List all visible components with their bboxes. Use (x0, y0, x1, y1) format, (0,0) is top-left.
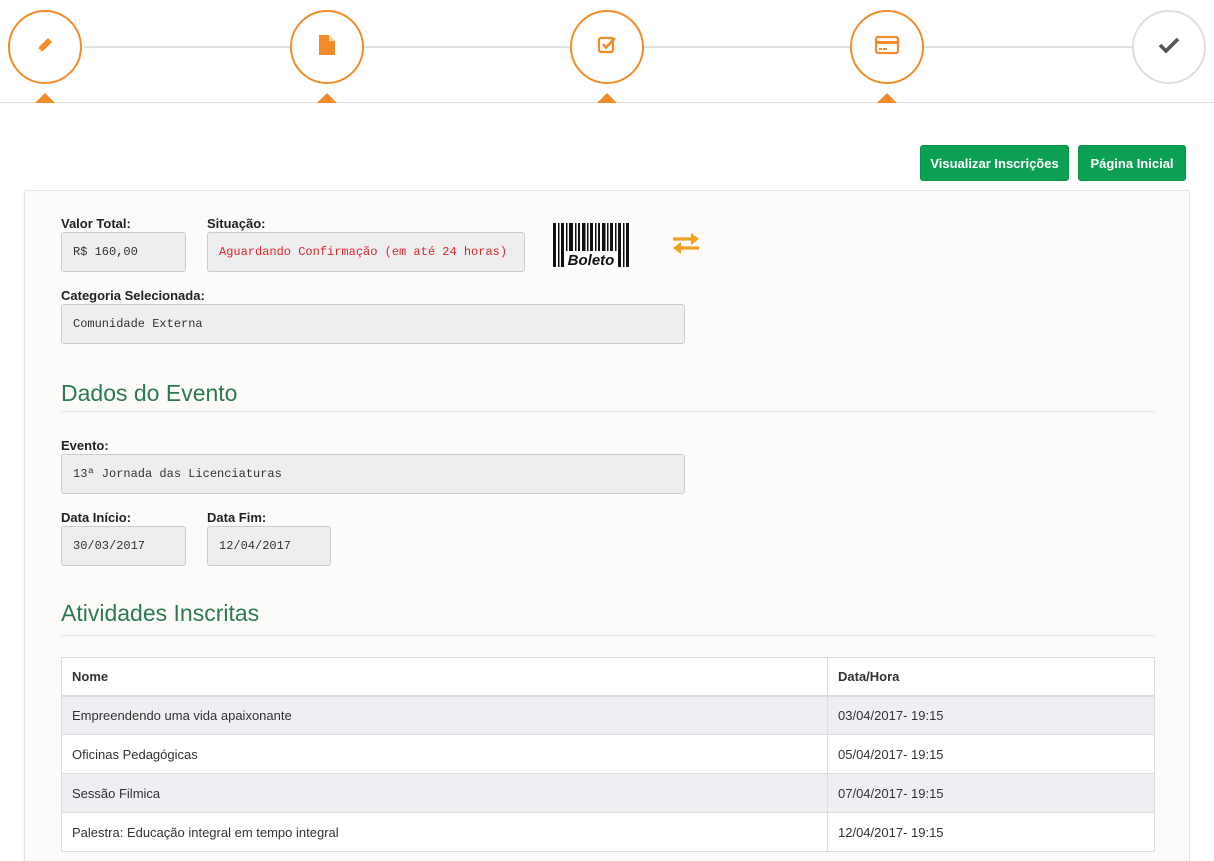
activity-datetime: 05/04/2017- 19:15 (827, 734, 1155, 774)
status-field: Aguardando Confirmação (em até 24 horas) (207, 232, 525, 272)
activity-name: Empreendendo uma vida apaixonante (61, 695, 828, 735)
wizard-step-5[interactable] (1132, 10, 1206, 84)
document-icon (316, 33, 338, 62)
start-date-label: Data Início: (61, 510, 132, 525)
activities-table: Nome Data/Hora Empreendendo uma vida apa… (61, 657, 1155, 852)
step-indicator (597, 93, 617, 103)
swap-arrows-icon[interactable] (669, 227, 703, 259)
end-date-label: Data Fim: (207, 510, 267, 525)
table-row: Palestra: Educação integral em tempo int… (61, 812, 1155, 852)
end-date-field: 12/04/2017 (207, 526, 331, 566)
step-connector (644, 46, 852, 48)
category-label: Categoria Selecionada: (61, 288, 205, 303)
activity-datetime: 07/04/2017- 19:15 (827, 773, 1155, 813)
activity-name: Oficinas Pedagógicas (61, 734, 828, 774)
section-divider (61, 411, 1155, 412)
boleto-text: Boleto (568, 252, 615, 269)
pencil-icon (34, 34, 56, 61)
activity-datetime: 12/04/2017- 19:15 (827, 812, 1155, 852)
activity-name: Palestra: Educação integral em tempo int… (61, 812, 828, 852)
wizard-step-2[interactable] (290, 10, 364, 84)
wizard-step-3[interactable] (570, 10, 644, 84)
column-header-datetime: Data/Hora (827, 657, 1155, 697)
start-date-field: 30/03/2017 (61, 526, 186, 566)
home-page-button[interactable]: Página Inicial (1078, 145, 1186, 181)
credit-card-icon (874, 34, 900, 61)
checkmark-icon (1157, 34, 1181, 61)
activities-section-title: Atividades Inscritas (61, 600, 260, 626)
category-field: Comunidade Externa (61, 304, 685, 344)
step-indicator (877, 93, 897, 103)
view-registrations-button[interactable]: Visualizar Inscrições (920, 145, 1069, 181)
checkbox-icon (596, 34, 618, 61)
table-row: Empreendendo uma vida apaixonante 03/04/… (61, 695, 1155, 735)
wizard-step-4[interactable] (850, 10, 924, 84)
event-field: 13ª Jornada das Licenciaturas (61, 454, 685, 494)
step-indicator (35, 93, 55, 103)
table-row: Sessão Filmica 07/04/2017- 19:15 (61, 773, 1155, 813)
wizard-steps (0, 0, 1214, 103)
table-row: Oficinas Pedagógicas 05/04/2017- 19:15 (61, 734, 1155, 774)
activity-datetime: 03/04/2017- 19:15 (827, 695, 1155, 735)
registration-panel: Valor Total: R$ 160,00 Situação: Aguarda… (24, 190, 1190, 861)
step-connector (364, 46, 572, 48)
wizard-step-1[interactable] (8, 10, 82, 84)
boleto-barcode-icon[interactable]: Boleto (551, 221, 633, 271)
table-header-row: Nome Data/Hora (61, 657, 1155, 697)
step-connector (924, 46, 1134, 48)
section-divider (61, 635, 1155, 636)
event-section-title: Dados do Evento (61, 380, 238, 406)
status-label: Situação: (207, 216, 266, 231)
step-connector (84, 46, 292, 48)
total-value-field: R$ 160,00 (61, 232, 186, 272)
column-header-name: Nome (61, 657, 828, 697)
total-value-label: Valor Total: (61, 216, 131, 231)
event-label: Evento: (61, 438, 109, 453)
step-indicator (317, 93, 337, 103)
activity-name: Sessão Filmica (61, 773, 828, 813)
